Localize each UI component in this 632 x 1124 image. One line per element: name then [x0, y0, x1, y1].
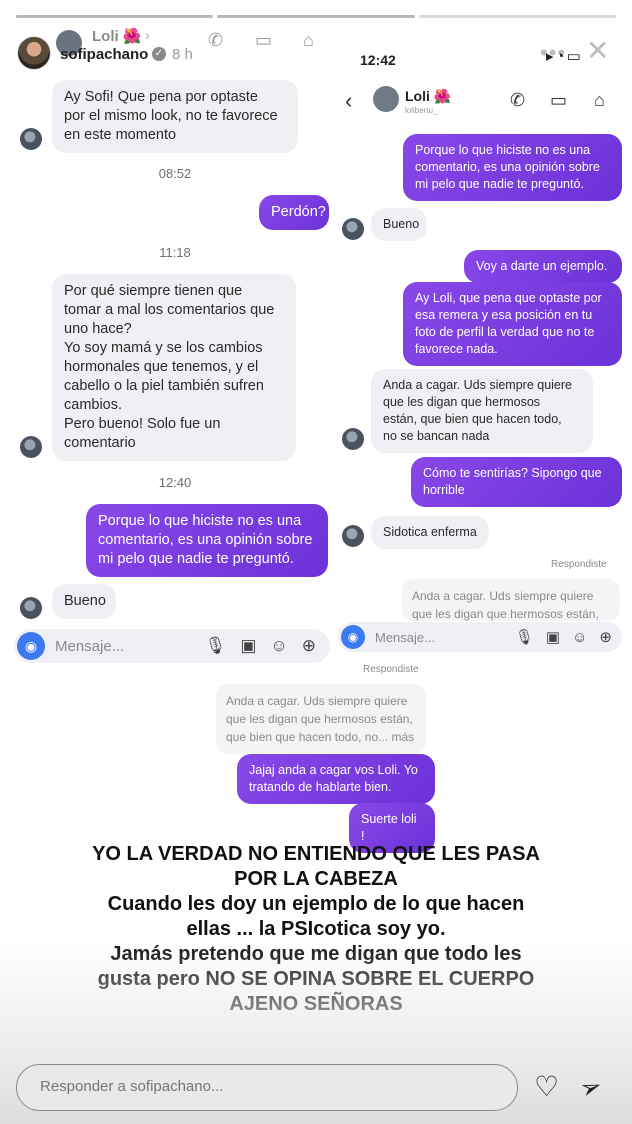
mic-icon[interactable]: 🎙	[515, 628, 534, 646]
quoted-message: Anda a cagar. Uds siempre quiere que les…	[402, 579, 620, 621]
message-incoming: Anda a cagar. Uds siempre quiere que les…	[371, 369, 593, 453]
message-input[interactable]: Mensaje...	[55, 638, 205, 655]
right-contact-name[interactable]: Loli 🌺	[405, 88, 451, 105]
message-incoming: Por qué siempre tienen que tomar a mal l…	[52, 274, 296, 461]
close-icon[interactable]: ✕	[586, 34, 609, 67]
video-icon[interactable]: ▭	[255, 30, 272, 51]
contact-avatar	[20, 128, 42, 150]
story-progress	[16, 15, 616, 19]
timestamp: 11:18	[159, 245, 191, 260]
right-message-bar[interactable]: ◉ Mensaje... 🎙 ▣ ☺ ⊕	[338, 622, 622, 652]
contact-avatar	[20, 597, 42, 619]
message-incoming: Sidotica enferma	[371, 516, 489, 549]
story-avatar[interactable]	[17, 36, 51, 70]
right-contact-avatar	[373, 86, 399, 112]
heart-icon[interactable]: ♡	[534, 1070, 559, 1103]
sticker-icon[interactable]: ☺	[270, 636, 287, 656]
chevron-right-icon: ›	[145, 27, 150, 43]
message-outgoing: Perdón?	[259, 195, 329, 230]
plus-icon[interactable]: ⊕	[599, 628, 612, 646]
story-username[interactable]: sofipachano	[60, 46, 148, 63]
mic-icon[interactable]: 🎙	[205, 636, 227, 656]
camera-icon[interactable]: ◉	[17, 632, 45, 660]
timestamp: 08:52	[158, 166, 192, 181]
message-outgoing: Porque lo que hiciste no es una comentar…	[86, 504, 328, 577]
phone-icon[interactable]: ✆	[208, 30, 223, 51]
message-outgoing: Porque lo que hiciste no es una comentar…	[403, 134, 622, 201]
plus-icon[interactable]: ⊕	[302, 636, 316, 656]
message-input[interactable]: Mensaje...	[375, 630, 515, 645]
replied-label: Respondiste	[363, 664, 419, 675]
contact-avatar	[342, 218, 364, 240]
progress-segment	[418, 15, 616, 18]
message-incoming: Ay Sofi! Que pena por optaste por el mis…	[52, 80, 298, 153]
contact-avatar	[20, 436, 42, 458]
message-outgoing: Ay Loli, que pena que optaste por esa re…	[403, 282, 622, 366]
tag-icon[interactable]: ⌂	[303, 30, 314, 51]
phone-icon[interactable]: ✆	[510, 90, 525, 111]
message-outgoing: Voy a darte un ejemplo.	[464, 250, 622, 283]
status-time: 12:42	[360, 52, 396, 68]
message-incoming: Bueno	[52, 584, 116, 619]
contact-avatar	[342, 525, 364, 547]
replied-label: Respondiste	[551, 559, 607, 570]
message-outgoing: Cómo te sentirías? Sipongo que horrible	[411, 457, 622, 507]
image-icon[interactable]: ▣	[240, 636, 256, 656]
camera-icon[interactable]: ◉	[341, 625, 365, 649]
message-incoming: Bueno	[371, 208, 427, 241]
tag-icon[interactable]: ⌂	[594, 90, 605, 111]
story-time: 8 h	[172, 46, 193, 63]
timestamp: 12:40	[158, 475, 192, 490]
back-icon[interactable]: ‹	[345, 88, 352, 114]
quoted-message: Anda a cagar. Uds siempre quiere que les…	[216, 684, 426, 754]
progress-segment	[16, 15, 214, 18]
image-icon[interactable]: ▣	[546, 628, 560, 646]
status-icons: ▸◔▭	[546, 48, 583, 65]
message-outgoing: Jajaj anda a cagar vos Loli. Yo tratando…	[237, 754, 435, 804]
video-icon[interactable]: ▭	[550, 90, 567, 111]
sticker-icon[interactable]: ☺	[572, 629, 587, 646]
right-contact-handle: lolibertu_	[405, 106, 438, 115]
contact-avatar	[342, 428, 364, 450]
left-message-bar[interactable]: ◉ Mensaje... 🎙 ▣ ☺ ⊕	[14, 629, 330, 663]
verified-icon: ✓	[152, 47, 166, 61]
story-reply-placeholder: Responder a sofipachano...	[40, 1078, 224, 1095]
progress-segment	[217, 15, 415, 18]
left-contact-name: Loli 🌺	[92, 28, 142, 45]
